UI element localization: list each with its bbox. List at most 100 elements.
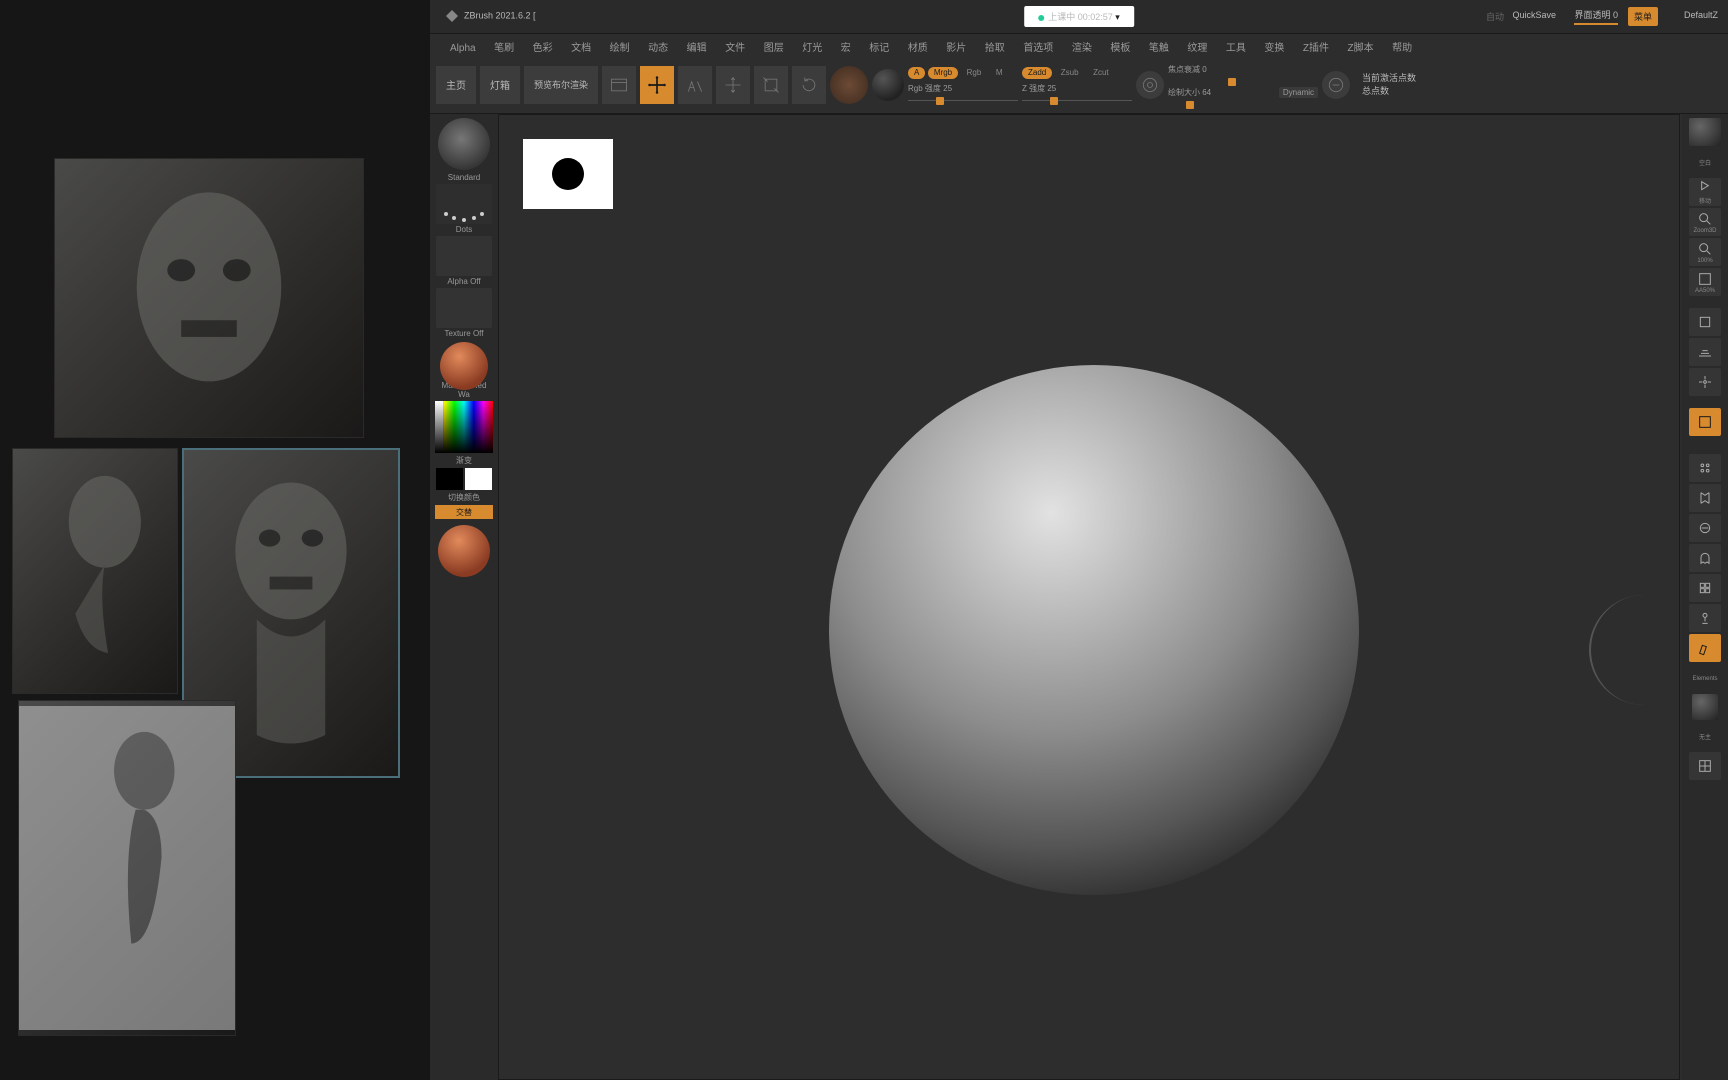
- focal-shift-label: 焦点衰减 0: [1168, 64, 1318, 75]
- menu-color[interactable]: 色彩: [525, 34, 561, 59]
- menu-edit[interactable]: 编辑: [679, 34, 715, 59]
- edit-mode-icon[interactable]: [640, 66, 674, 104]
- chip-zsub[interactable]: Zsub: [1055, 67, 1085, 79]
- ui-transparency-slider[interactable]: 界面透明 0: [1568, 7, 1624, 25]
- menu-render[interactable]: 渲染: [1064, 34, 1100, 59]
- viewport-canvas[interactable]: [498, 114, 1680, 1080]
- menu-dynamic[interactable]: 动态: [640, 34, 676, 59]
- wuzhu-label: 无主: [1689, 722, 1721, 750]
- menu-material[interactable]: 材质: [900, 34, 936, 59]
- menu-draw[interactable]: 绘制: [602, 34, 638, 59]
- menu-stencil[interactable]: 模板: [1102, 34, 1138, 59]
- chip-mrgb[interactable]: Mrgb: [928, 67, 958, 79]
- move-view-button[interactable]: 移动: [1689, 178, 1721, 206]
- document-tab[interactable]: 上课中 00:02:57 ▾: [1024, 6, 1134, 27]
- z-intensity-label: Z 强度 25: [1022, 83, 1132, 94]
- color-spectrum-picker[interactable]: [435, 401, 493, 453]
- dynamic-toggle[interactable]: Dynamic: [1279, 87, 1318, 98]
- quick-material-button[interactable]: [1692, 694, 1718, 720]
- menu-stroke[interactable]: 笔触: [1141, 34, 1177, 59]
- dynamic-brush-icon[interactable]: [1322, 71, 1350, 99]
- menu-toggle-button[interactable]: 菜单: [1628, 7, 1658, 26]
- quicksave-button[interactable]: QuickSave: [1506, 7, 1562, 23]
- alpha-selector[interactable]: Alpha Off: [436, 236, 492, 286]
- menu-movie[interactable]: 影片: [938, 34, 974, 59]
- rgb-intensity-label: Rgb 强度 25: [908, 83, 1018, 94]
- projection-master-icon[interactable]: [602, 66, 636, 104]
- stroke-selector[interactable]: Dots: [436, 184, 492, 234]
- menu-brush[interactable]: 笔刷: [486, 34, 522, 59]
- menu-layer[interactable]: 图层: [756, 34, 792, 59]
- solo-button[interactable]: [1689, 574, 1721, 602]
- menu-macro[interactable]: 宏: [833, 34, 859, 59]
- focal-shift-icon[interactable]: [1136, 71, 1164, 99]
- menu-transform[interactable]: 变换: [1256, 34, 1292, 59]
- polyf-button[interactable]: [1689, 484, 1721, 512]
- mesh-sphere[interactable]: [829, 365, 1359, 895]
- live-boolean-button[interactable]: 预览布尔渲染: [524, 66, 598, 104]
- color-swatches: [436, 468, 492, 490]
- scale-mode-icon[interactable]: [754, 66, 788, 104]
- left-tool-palette: Standard Dots Alpha Off Texture Off MatC…: [430, 114, 498, 1080]
- draw-mode-icon[interactable]: [678, 66, 712, 104]
- menu-help[interactable]: 帮助: [1384, 34, 1420, 59]
- grid-button[interactable]: [1689, 752, 1721, 780]
- antialias-button[interactable]: AA50%: [1689, 268, 1721, 296]
- menu-document[interactable]: 文档: [563, 34, 599, 59]
- rgb-intensity-slider[interactable]: [908, 100, 1018, 101]
- local-button[interactable]: [1689, 368, 1721, 396]
- material-selector[interactable]: MatCap Red Wa: [436, 340, 492, 399]
- gradient-label: 渐变: [456, 455, 472, 466]
- secondary-color-swatch[interactable]: [465, 468, 492, 490]
- sculptris-toggle[interactable]: [830, 66, 868, 104]
- menu-picker[interactable]: 拾取: [977, 34, 1013, 59]
- menu-zscript[interactable]: Z脚本: [1340, 34, 1382, 59]
- menu-alpha[interactable]: Alpha: [442, 38, 484, 59]
- zoom3d-button[interactable]: Zoom3D: [1689, 208, 1721, 236]
- transp-button[interactable]: [1689, 514, 1721, 542]
- menu-tool[interactable]: 工具: [1218, 34, 1254, 59]
- polycount-stats: 当前激活点数 总点数: [1362, 72, 1416, 97]
- menu-marker[interactable]: 标记: [861, 34, 897, 59]
- chip-zadd[interactable]: Zadd: [1022, 67, 1052, 79]
- app-title: ZBrush 2021.6.2 [: [446, 10, 536, 22]
- z-intensity-slider[interactable]: [1022, 100, 1132, 101]
- menu-prefs[interactable]: 首选项: [1015, 34, 1061, 59]
- menu-light[interactable]: 灯光: [794, 34, 830, 59]
- actual-size-button[interactable]: 100%: [1689, 238, 1721, 266]
- edit-sculpt-button[interactable]: [1689, 634, 1721, 662]
- texture-selector[interactable]: Texture Off: [436, 288, 492, 338]
- chip-rgb[interactable]: Rgb: [961, 67, 988, 79]
- rotate-mode-icon[interactable]: [792, 66, 826, 104]
- lightbox-button[interactable]: 灯箱: [480, 66, 520, 104]
- alpha-preview[interactable]: [523, 139, 613, 209]
- xpose-button[interactable]: [1689, 454, 1721, 482]
- frame-button[interactable]: [1689, 408, 1721, 436]
- active-material-preview[interactable]: [438, 525, 490, 577]
- home-button[interactable]: 主页: [436, 66, 476, 104]
- brush-selector-label: Standard: [448, 173, 480, 182]
- reference-panel: [0, 0, 430, 1080]
- floor-button[interactable]: [1689, 338, 1721, 366]
- main-color-swatch[interactable]: [436, 468, 463, 490]
- menu-zplugin[interactable]: Z插件: [1295, 34, 1337, 59]
- menu-texture[interactable]: 纹理: [1179, 34, 1215, 59]
- menu-file[interactable]: 文件: [717, 34, 753, 59]
- chip-m[interactable]: M: [990, 67, 1009, 79]
- bpr-render-button[interactable]: [1689, 118, 1721, 146]
- zsphere-button[interactable]: [1689, 604, 1721, 632]
- ref-image-4: [18, 700, 236, 1036]
- persp-button[interactable]: [1689, 308, 1721, 336]
- draw-size-block: 焦点衰减 0 绘制大小 64 Dynamic: [1168, 66, 1318, 104]
- chip-a[interactable]: A: [908, 67, 925, 79]
- move-mode-icon[interactable]: [716, 66, 750, 104]
- chip-zcut[interactable]: Zcut: [1087, 67, 1115, 79]
- texture-thumb-icon: [436, 288, 492, 328]
- gizmo-toggle[interactable]: [872, 69, 904, 101]
- brush-selector[interactable]: Standard: [436, 116, 492, 182]
- layout-default-button[interactable]: DefaultZ: [1678, 7, 1724, 23]
- ghost-button[interactable]: [1689, 544, 1721, 572]
- swap-color-button[interactable]: 交替: [435, 505, 493, 519]
- stroke-thumb-icon: [436, 184, 492, 224]
- texture-selector-label: Texture Off: [445, 329, 484, 338]
